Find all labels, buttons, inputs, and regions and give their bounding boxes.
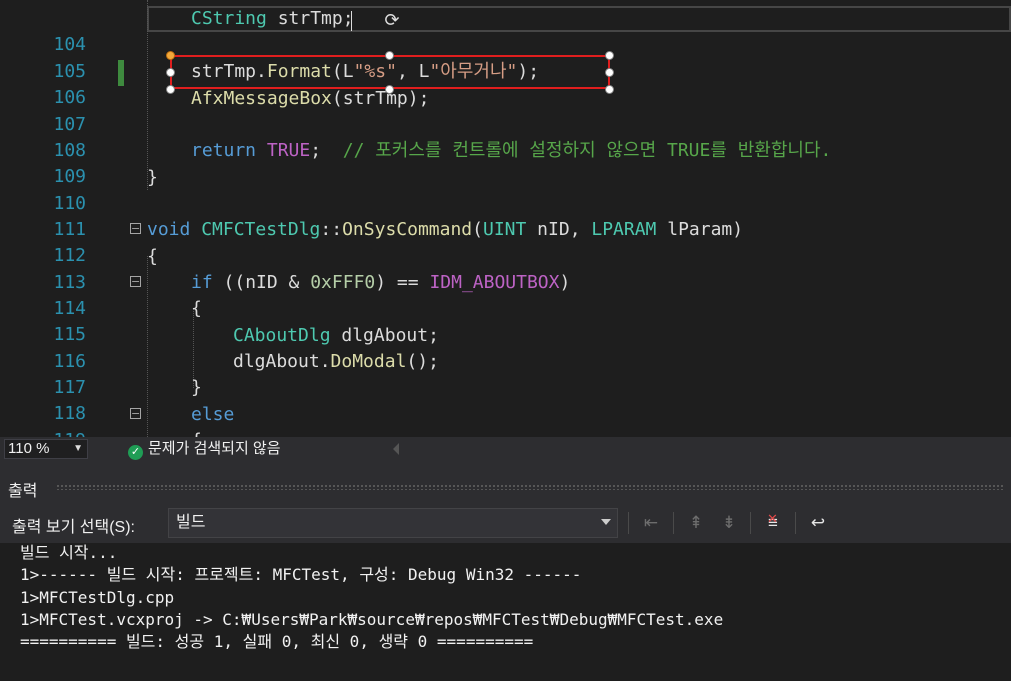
scroll-left-icon[interactable] xyxy=(393,443,399,455)
resize-handle[interactable] xyxy=(385,85,394,94)
code-text: if ((nID & 0xFFF0) == IDM_ABOUTBOX) xyxy=(191,272,571,293)
code-line[interactable]: 111 xyxy=(0,191,1011,240)
code-text: CAboutDlg dlgAbout; xyxy=(233,325,439,346)
code-line[interactable]: 112 − void CMFCTestDlg::OnSysCommand(UIN… xyxy=(0,217,1011,266)
drag-grip[interactable] xyxy=(56,484,1005,490)
code-text: { xyxy=(147,246,158,267)
resize-handle[interactable] xyxy=(605,85,614,94)
output-line: 1>MFCTestDlg.cpp xyxy=(20,588,175,607)
resize-handle[interactable] xyxy=(385,51,394,60)
find-message-in-code-icon[interactable]: ⇤ xyxy=(639,511,663,535)
issues-indicator[interactable]: ✓ 문제가 검색되지 않음 xyxy=(128,439,281,460)
toolbar-separator xyxy=(628,512,629,534)
output-line: 빌드 시작... xyxy=(20,543,118,562)
previous-message-icon[interactable]: ⇞ xyxy=(684,511,708,535)
next-message-icon[interactable]: ⇟ xyxy=(717,511,741,535)
issues-text: 문제가 검색되지 않음 xyxy=(148,440,281,457)
code-line[interactable]: 117 dlgAbout.DoModal(); xyxy=(0,349,1011,398)
output-line: ========== 빌드: 성공 1, 실패 0, 최신 0, 생략 0 ==… xyxy=(20,632,534,651)
code-text: CString strTmp; xyxy=(191,8,354,29)
code-line[interactable]: 115 { xyxy=(0,296,1011,345)
collapse-icon[interactable]: − xyxy=(130,276,141,287)
resize-handle[interactable] xyxy=(605,51,614,60)
resize-handle[interactable] xyxy=(166,85,175,94)
code-line[interactable]: 116 CAboutDlg dlgAbout; xyxy=(0,323,1011,372)
editor-status-bar: 110 % ▼ ✓ 문제가 검색되지 않음 xyxy=(0,437,1011,461)
collapse-icon[interactable]: − xyxy=(130,223,141,234)
toolbar-separator xyxy=(795,512,796,534)
zoom-dropdown[interactable]: 110 % ▼ xyxy=(4,439,88,459)
code-text: dlgAbout.DoModal(); xyxy=(233,351,439,372)
output-toolbar: 출력 보기 선택(S): 빌드 ⇤ ⇞ ⇟ ✕ ≡ ↩ xyxy=(0,503,1011,543)
output-line: 1>MFCTest.vcxproj -> C:₩Users₩Park₩sourc… xyxy=(20,610,724,629)
text-caret xyxy=(351,11,352,31)
annotation-selection-rectangle[interactable] xyxy=(170,55,610,89)
output-source-select[interactable]: 빌드 xyxy=(168,508,618,538)
code-text: return TRUE; // 포커스를 컨트롤에 설정하지 않으면 TRUE를… xyxy=(191,140,832,161)
output-source-label: 출력 보기 선택(S): xyxy=(12,519,135,536)
toolbar-separator xyxy=(750,512,751,534)
panel-title: 출력 xyxy=(8,483,38,500)
chevron-down-icon: ▼ xyxy=(73,443,83,454)
chevron-down-icon xyxy=(601,519,611,525)
resize-handle[interactable] xyxy=(605,68,614,77)
rotate-handle-icon[interactable]: ⟳ xyxy=(381,10,403,32)
check-circle-icon: ✓ xyxy=(128,445,143,460)
output-line: 1>------ 빌드 시작: 프로젝트: MFCTest, 구성: Debug… xyxy=(20,565,582,584)
code-editor[interactable]: 104 CString strTmp; 105 106 strTmp.Forma… xyxy=(0,0,1011,437)
resize-handle[interactable] xyxy=(166,68,175,77)
toggle-word-wrap-icon[interactable]: ↩ xyxy=(806,511,830,535)
code-line[interactable]: 107 AfxMessageBox(strTmp); xyxy=(0,86,1011,135)
code-line[interactable]: 104 CString strTmp; xyxy=(0,6,1011,55)
clear-all-icon[interactable]: ✕ ≡ xyxy=(761,511,785,535)
code-line[interactable]: 118 } xyxy=(0,375,1011,424)
code-text: } xyxy=(147,167,158,188)
code-line[interactable]: 120 { xyxy=(0,428,1011,437)
code-line[interactable]: 119 − else xyxy=(0,402,1011,437)
output-panel-titlebar[interactable]: 출력 xyxy=(0,471,1011,503)
output-source-value: 빌드 xyxy=(176,514,206,531)
code-text: void CMFCTestDlg::OnSysCommand(UINT nID,… xyxy=(147,219,744,240)
code-text: { xyxy=(191,298,202,319)
code-line[interactable]: 109 return TRUE; // 포커스를 컨트롤에 설정하지 않으면 T… xyxy=(0,138,1011,187)
resize-handle[interactable] xyxy=(166,51,175,60)
code-line[interactable]: 108 xyxy=(0,112,1011,161)
code-text: else xyxy=(191,404,235,425)
code-text: { xyxy=(191,428,202,437)
collapse-icon[interactable]: − xyxy=(130,408,141,419)
panel-splitter[interactable] xyxy=(0,461,1011,471)
code-text: } xyxy=(191,377,202,398)
output-panel: 출력 출력 보기 선택(S): 빌드 ⇤ ⇞ ⇟ ✕ ≡ ↩ 빌드 시작... 1… xyxy=(0,471,1011,681)
code-line[interactable]: 114 − if ((nID & 0xFFF0) == IDM_ABOUTBOX… xyxy=(0,270,1011,319)
zoom-level: 110 % xyxy=(8,440,50,457)
code-line[interactable]: 113 { xyxy=(0,244,1011,293)
output-text-area[interactable]: 빌드 시작... 1>------ 빌드 시작: 프로젝트: MFCTest, … xyxy=(0,543,1011,681)
toolbar-separator xyxy=(673,512,674,534)
code-line[interactable]: 110 } xyxy=(0,165,1011,214)
